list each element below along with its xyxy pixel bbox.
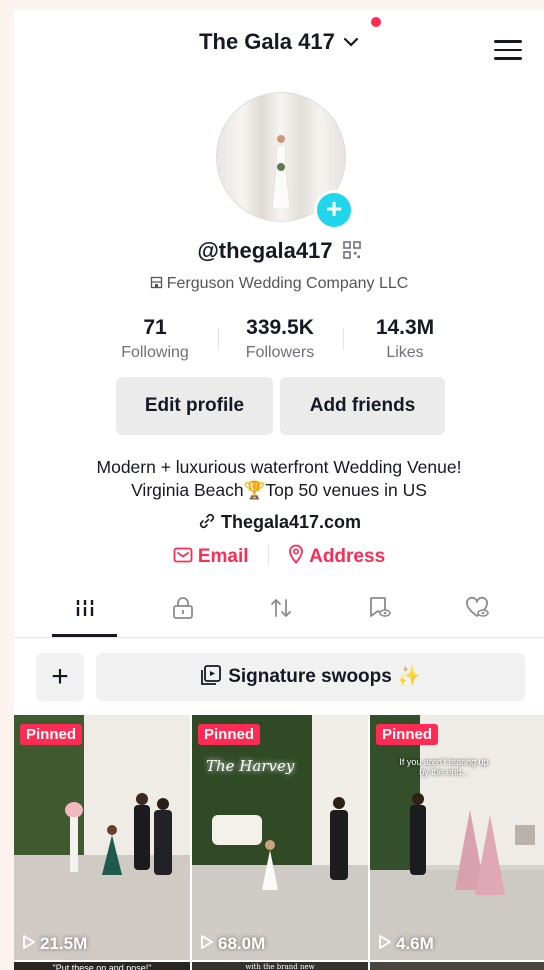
followers-stat[interactable]: 339.5K Followers: [215, 316, 345, 362]
mail-icon: [173, 547, 193, 563]
likes-count: 14.3M: [375, 316, 435, 339]
neon-sign: The Harvey: [206, 757, 295, 775]
video-caption: "Put these on and pose!": [52, 963, 152, 970]
tab-saved[interactable]: [341, 595, 417, 635]
likes-stat[interactable]: 14.3M Likes: [340, 316, 470, 362]
bio-award: Top 50 venues in US: [265, 480, 427, 500]
tab-liked[interactable]: [439, 595, 515, 635]
tab-reposts[interactable]: [243, 595, 319, 635]
tab-divider: [14, 637, 544, 638]
video-tile[interactable]: Pinned 21.5M: [14, 715, 190, 960]
contact-divider: [267, 545, 269, 565]
trophy-emoji: 🏆: [243, 480, 266, 500]
building-icon: [150, 276, 162, 289]
play-icon: [23, 935, 35, 949]
video-thumbnail: [192, 715, 368, 960]
video-tile[interactable]: [370, 962, 544, 970]
bride-figure: [271, 135, 291, 209]
bio: Modern + luxurious waterfront Wedding Ve…: [14, 456, 544, 502]
view-count: 21.5M: [22, 934, 87, 954]
address-button[interactable]: Address: [288, 544, 386, 567]
add-avatar-plus-button[interactable]: +: [314, 190, 354, 230]
username-row: @thegala417: [14, 238, 544, 264]
sparkles-emoji: ✨: [397, 666, 421, 687]
video-thumbnail: [370, 715, 544, 960]
website-text: Thegala417.com: [220, 512, 362, 532]
playlist-icon: [201, 665, 222, 685]
view-count-value: 68.0M: [218, 934, 266, 953]
videos-grid-icon: [75, 600, 95, 616]
email-label: Email: [197, 546, 249, 567]
followers-label: Followers: [245, 344, 315, 361]
video-thumbnail: [14, 715, 190, 960]
hamburger-menu-icon[interactable]: [494, 40, 522, 62]
following-label: Following: [121, 344, 189, 361]
view-count-value: 21.5M: [40, 934, 88, 953]
add-playlist-button[interactable]: +: [36, 653, 84, 701]
video-tile[interactable]: If you aren't tearing up by the end... P…: [370, 715, 544, 960]
following-count: 71: [143, 316, 167, 339]
playlist-name: Signature swoops: [228, 666, 392, 687]
edit-profile-button[interactable]: Edit profile: [116, 377, 273, 435]
view-count: 68.0M: [200, 934, 265, 954]
bio-location: Virginia Beach: [131, 480, 244, 500]
pinned-badge: Pinned: [198, 724, 261, 745]
tab-private[interactable]: [145, 595, 221, 635]
play-icon: [201, 935, 213, 949]
private-lock-icon: [173, 597, 193, 619]
video-tile[interactable]: "Put these on and pose!": [14, 962, 190, 970]
email-button[interactable]: Email: [173, 546, 254, 567]
tab-videos[interactable]: [47, 595, 123, 635]
bio-line-1: Modern + luxurious waterfront Wedding Ve…: [96, 457, 462, 477]
account-name: The Gala 417: [199, 29, 335, 55]
notification-dot: [371, 17, 381, 27]
contact-row: Email Address: [14, 544, 544, 568]
pinned-badge: Pinned: [376, 724, 439, 745]
business-category: Ferguson Wedding Company LLC: [14, 275, 544, 293]
saved-icon: [370, 597, 391, 617]
pinned-badge: Pinned: [20, 724, 83, 745]
link-icon: [199, 513, 215, 529]
following-stat[interactable]: 71 Following: [90, 316, 220, 362]
video-caption: with the brand new: [245, 963, 315, 970]
video-caption: If you aren't tearing up by the end...: [399, 757, 489, 777]
company-name: Ferguson Wedding Company LLC: [166, 275, 409, 292]
username: @thegala417: [197, 238, 333, 263]
profile-screen: The Gala 417 + @thegala417 Ferguson Wedd…: [14, 10, 544, 970]
view-count-value: 4.6M: [396, 934, 434, 953]
location-pin-icon: [289, 544, 304, 564]
play-icon: [379, 935, 391, 949]
playlist-chip[interactable]: Signature swoops ✨: [96, 653, 525, 701]
account-switcher[interactable]: The Gala 417: [14, 28, 544, 55]
chevron-down-icon: [343, 38, 359, 47]
website-link[interactable]: Thegala417.com: [14, 511, 544, 533]
reposts-icon: [271, 599, 291, 617]
likes-label: Likes: [386, 344, 424, 361]
qr-code-icon[interactable]: [342, 241, 361, 259]
followers-count: 339.5K: [246, 316, 314, 339]
add-friends-button[interactable]: Add friends: [280, 377, 445, 435]
bio-line-2: Virginia Beach🏆Top 50 venues in US: [14, 479, 544, 502]
video-tile[interactable]: with the brand new: [192, 962, 368, 970]
video-tile[interactable]: The Harvey Pinned 68.0M: [192, 715, 368, 960]
view-count: 4.6M: [378, 934, 434, 954]
liked-icon: [466, 596, 489, 617]
address-label: Address: [309, 546, 386, 567]
